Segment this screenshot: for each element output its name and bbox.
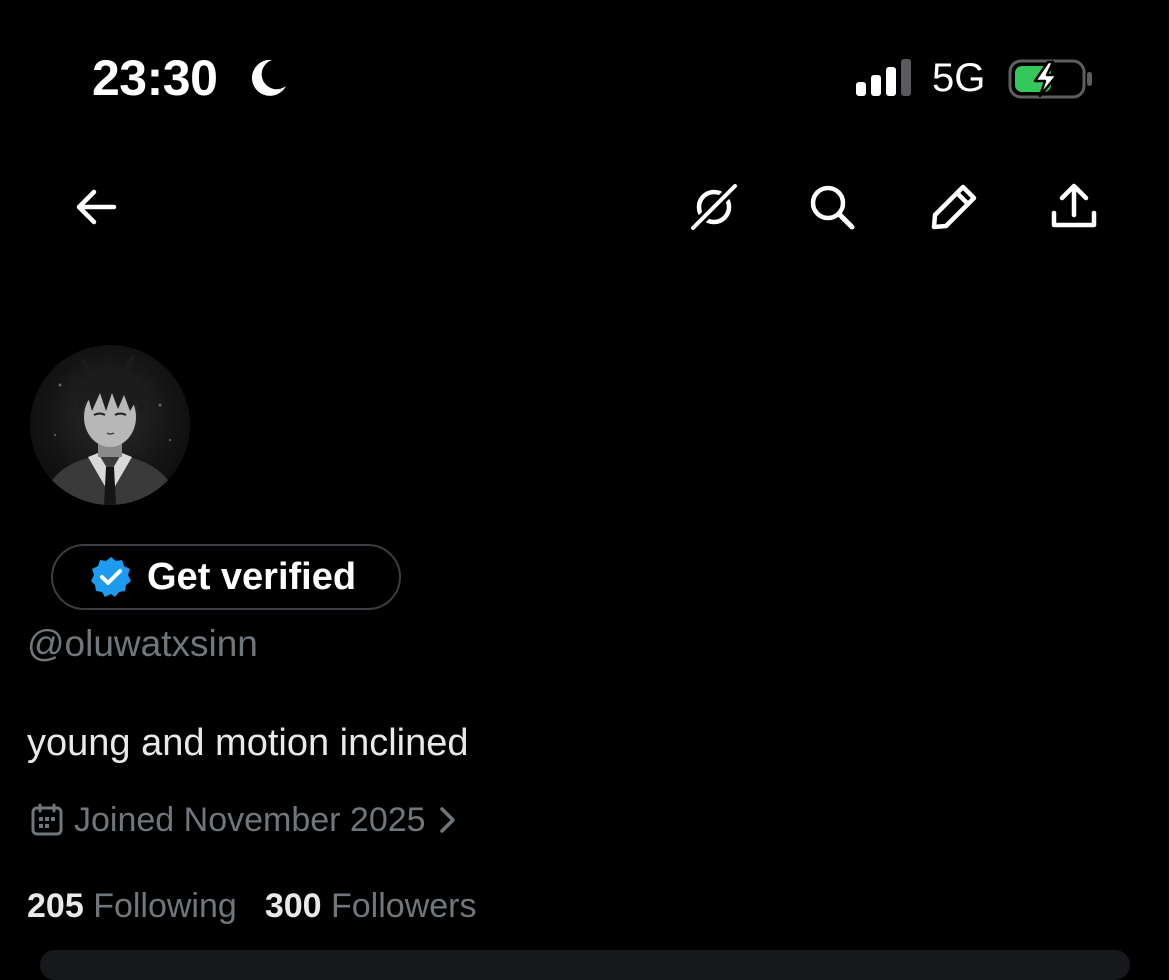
battery-charging-icon [1008, 59, 1092, 99]
profile-bio: young and motion inclined [27, 722, 469, 764]
following-link[interactable]: 205 Following [27, 884, 237, 928]
joined-date: Joined November 2025 [74, 800, 426, 839]
search-icon[interactable] [806, 181, 858, 233]
cellular-signal-icon [856, 59, 911, 96]
status-time: 23:30 [92, 50, 218, 106]
followers-label: Followers [331, 887, 477, 925]
grok-icon[interactable] [688, 181, 740, 233]
followers-link[interactable]: 300 Followers [265, 884, 477, 928]
get-verified-button[interactable]: Get verified [51, 544, 401, 610]
moon-icon [251, 59, 286, 96]
follow-stats: 205 Following 300 Followers [27, 884, 476, 928]
network-type: 5G [932, 56, 986, 100]
share-icon[interactable] [1048, 181, 1100, 233]
content-card-edge [40, 950, 1130, 980]
verified-badge-icon [91, 557, 131, 597]
avatar[interactable] [30, 345, 190, 505]
avatar-image [40, 354, 180, 505]
get-verified-label: Get verified [147, 555, 357, 598]
followers-count: 300 [264, 887, 322, 925]
calendar-icon [31, 803, 63, 836]
following-label: Following [93, 887, 237, 925]
edit-pencil-icon[interactable] [928, 181, 980, 233]
back-arrow-icon[interactable] [70, 181, 122, 233]
chevron-right-icon [439, 807, 455, 833]
profile-handle: @oluwatxsinn [27, 623, 258, 664]
following-count: 205 [27, 887, 84, 925]
joined-date-row[interactable]: Joined November 2025 [30, 798, 460, 842]
